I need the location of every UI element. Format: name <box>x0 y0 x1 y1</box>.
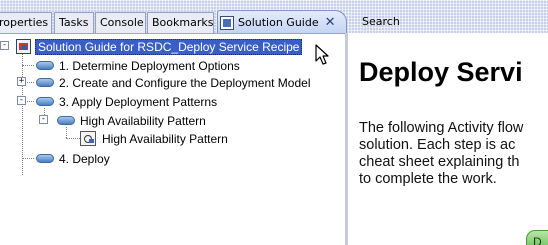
tree-root-item[interactable]: Solution Guide for RSDC_Deploy Service R… <box>16 38 303 55</box>
tree-item-ha-pattern-group[interactable]: High Availability Pattern <box>57 112 206 129</box>
step-pill-icon <box>36 97 54 106</box>
step-pill-icon <box>36 78 54 87</box>
tab-properties[interactable]: roperties <box>0 12 52 33</box>
collapse-step-3-expander[interactable]: - <box>17 96 26 105</box>
step-pill-icon <box>36 61 54 70</box>
content-line: solution. Each step is ac <box>359 137 516 153</box>
content-line: cheat sheet explaining th <box>359 154 520 170</box>
content-line: to complete the work. <box>359 171 497 187</box>
tree-item-step-4[interactable]: 4. Deploy <box>36 150 110 167</box>
view-tab-bar: roperties Tasks Console Bookmarks Soluti… <box>0 0 548 34</box>
collapse-ha-pattern-expander[interactable]: - <box>39 115 48 124</box>
content-panel: Deploy Servi The following Activity flow… <box>348 33 548 245</box>
solution-guide-icon <box>16 39 31 54</box>
tree-item-label: 2. Create and Configure the Deployment M… <box>59 75 311 90</box>
tree-connector <box>22 158 34 159</box>
tab-solution-guide-label: Solution Guide <box>238 15 319 29</box>
tree-item-ha-pattern[interactable]: High Availability Pattern <box>80 130 228 147</box>
tree-connector <box>66 138 80 139</box>
tab-tasks[interactable]: Tasks <box>54 12 94 33</box>
tree-connector <box>27 101 34 102</box>
tree-item-label: 1. Determine Deployment Options <box>59 58 240 73</box>
content-line: The following Activity flow <box>359 120 524 136</box>
expand-step-2-expander[interactable]: + <box>17 77 26 86</box>
tree-item-label: 4. Deploy <box>59 151 110 166</box>
tree-connector <box>27 82 34 83</box>
content-body: The following Activity flow solution. Ea… <box>359 120 548 188</box>
mouse-pointer-icon <box>315 44 329 65</box>
tab-bookmarks[interactable]: Bookmarks <box>147 12 214 33</box>
tree-item-label: High Availability Pattern <box>80 113 206 128</box>
solution-guide-tree: - Solution Guide for RSDC_Deploy Service… <box>0 33 345 245</box>
step-pill-icon <box>57 116 75 125</box>
tab-search[interactable]: Search <box>358 12 410 33</box>
page-title: Deploy Servi <box>359 57 523 87</box>
solution-guide-icon <box>220 15 234 30</box>
step-pill-icon <box>36 154 54 163</box>
collapse-root-expander[interactable]: - <box>0 41 9 50</box>
tree-root-label: Solution Guide for RSDC_Deploy Service R… <box>35 38 303 55</box>
tree-item-label: 3. Apply Deployment Patterns <box>59 94 218 109</box>
tab-console[interactable]: Console <box>95 12 146 33</box>
continue-button[interactable]: D <box>526 230 548 245</box>
tree-item-label: High Availability Pattern <box>102 131 228 146</box>
tree-connector <box>22 65 34 66</box>
tree-item-step-1[interactable]: 1. Determine Deployment Options <box>36 57 240 74</box>
tree-item-step-3[interactable]: 3. Apply Deployment Patterns <box>36 93 217 110</box>
close-icon[interactable]: ✕ <box>325 12 336 34</box>
pattern-icon <box>80 131 96 146</box>
tab-solution-guide[interactable]: Solution Guide ✕ <box>217 10 347 34</box>
tree-connector <box>22 52 23 175</box>
tree-item-step-2[interactable]: 2. Create and Configure the Deployment M… <box>36 74 310 91</box>
